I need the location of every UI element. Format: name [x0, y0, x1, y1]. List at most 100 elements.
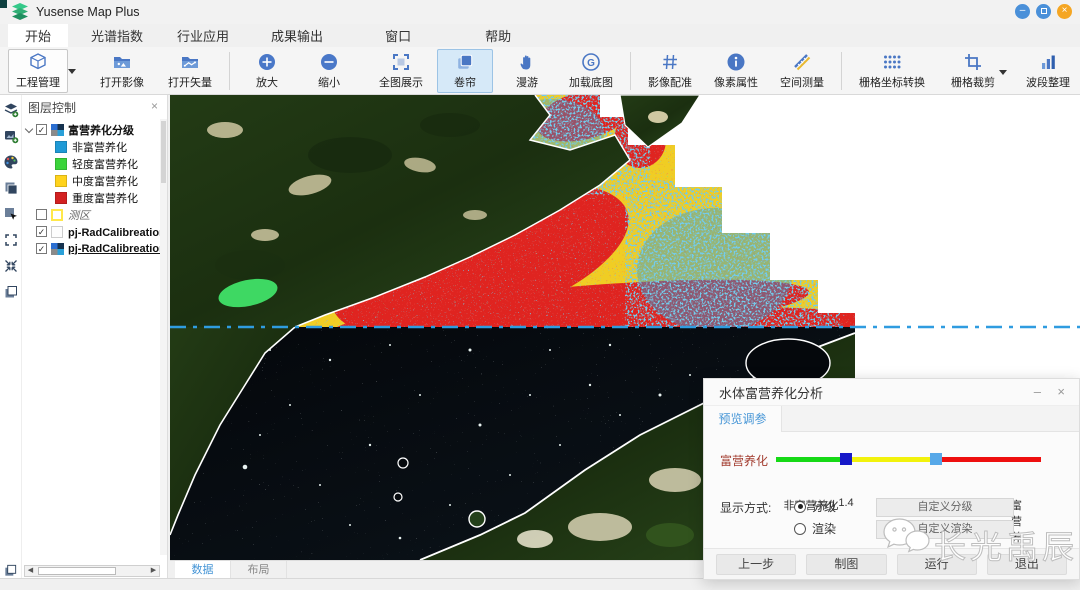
make-map-button[interactable]: 制图: [806, 554, 886, 575]
layer-row-radcal[interactable]: ✓ pj-RadCalibreation: [22, 240, 160, 257]
previous-step-button[interactable]: 上一步: [716, 554, 796, 575]
add-raster-icon[interactable]: [3, 128, 19, 144]
zoom-in-button[interactable]: 放大: [239, 49, 295, 93]
project-manage-button[interactable]: 工程管理: [8, 49, 68, 93]
app-window: Yusense Map Plus – × 开始 光谱指数 行业应用 成果输出 窗…: [0, 0, 1080, 590]
menu-start[interactable]: 开始: [8, 24, 68, 47]
minimize-button[interactable]: –: [1015, 4, 1030, 19]
slider-segment-green: [776, 457, 846, 462]
layer-checkbox[interactable]: ✓: [36, 226, 47, 237]
vscroll-thumb[interactable]: [161, 121, 166, 183]
dialog-minimize-icon[interactable]: –: [1034, 384, 1041, 399]
zoom-out-button[interactable]: 缩小: [301, 49, 357, 93]
layer-panel-header: 图层控制 ×: [22, 97, 168, 117]
custom-render-button[interactable]: 自定义渲染: [876, 520, 1014, 539]
window-corner: [0, 0, 7, 8]
scroll-left-arrow-icon[interactable]: ◀: [25, 566, 36, 576]
close-button[interactable]: ×: [1057, 4, 1072, 19]
load-basemap-button[interactable]: G 加载底图: [561, 49, 621, 93]
swipe-tool-button[interactable]: 卷帘: [437, 49, 493, 93]
run-button[interactable]: 运行: [897, 554, 977, 575]
radio-icon[interactable]: [794, 523, 806, 535]
panel-dock-icon[interactable]: [3, 563, 18, 578]
menu-industry-apps[interactable]: 行业应用: [160, 24, 246, 47]
custom-classify-button[interactable]: 自定义分级: [876, 498, 1014, 517]
menu-help[interactable]: 帮助: [468, 24, 528, 47]
vector-swatch: [51, 226, 63, 238]
pixel-attribute-button[interactable]: 像素属性: [706, 49, 766, 93]
raster-coordinate-button[interactable]: 栅格坐标转换: [851, 49, 933, 93]
tab-data-view[interactable]: 数据: [175, 561, 231, 578]
layer-panel-hscrollbar[interactable]: ◀ ▶: [24, 565, 160, 577]
dialog-title-bar[interactable]: 水体富营养化分析 – ×: [704, 379, 1079, 406]
measure-icon: [792, 52, 812, 72]
menu-output[interactable]: 成果输出: [254, 24, 340, 47]
layer-label[interactable]: pj-RadCalibreation_河道水: [68, 224, 160, 240]
copy-layer-icon[interactable]: [3, 284, 19, 300]
layer-stack-icon[interactable]: [3, 180, 19, 196]
legend-swatch: [55, 192, 67, 204]
radio-render[interactable]: 渲染: [794, 520, 836, 537]
layer-side-toolbar: [0, 95, 22, 578]
legend-row: 轻度富营养化: [22, 155, 160, 172]
layer-panel-vscrollbar[interactable]: [160, 119, 167, 555]
layer-label[interactable]: 富营养化分级: [68, 122, 134, 138]
layer-checkbox[interactable]: ✓: [36, 243, 47, 254]
scroll-right-arrow-icon[interactable]: ▶: [148, 566, 159, 576]
layer-row-radcal-river[interactable]: ✓ pj-RadCalibreation_河道水: [22, 223, 160, 240]
legend-label: 中度富营养化: [72, 173, 138, 189]
render-palette-icon[interactable]: [3, 154, 19, 170]
spatial-measure-button[interactable]: 空间测量: [772, 49, 832, 93]
registration-icon: [660, 52, 680, 72]
layer-group-row[interactable]: ✓ 富营养化分级: [22, 121, 160, 138]
dialog-title: 水体富营养化分析: [719, 383, 823, 402]
project-cube-icon: [28, 52, 48, 72]
legend-swatch: [55, 175, 67, 187]
exit-button[interactable]: 退出: [987, 554, 1067, 575]
layer-label[interactable]: 测区: [68, 207, 90, 223]
full-extent-button[interactable]: 全图展示: [371, 49, 431, 93]
pan-hand-icon: [517, 52, 537, 72]
zoom-out-icon: [319, 52, 339, 72]
layer-select-icon[interactable]: [3, 206, 19, 222]
legend-swatch: [55, 158, 67, 170]
dialog-close-icon[interactable]: ×: [1057, 384, 1065, 399]
layer-panel-close-icon[interactable]: ×: [151, 99, 158, 113]
slider-handle-high[interactable]: [930, 453, 942, 465]
open-image-button[interactable]: 打开影像: [92, 49, 152, 93]
image-registration-button[interactable]: 影像配准: [640, 49, 700, 93]
hscroll-thumb[interactable]: [38, 567, 116, 575]
app-title: Yusense Map Plus: [36, 5, 140, 19]
slider-handle-low[interactable]: [840, 453, 852, 465]
maximize-button[interactable]: [1036, 4, 1051, 19]
eutrophication-slider[interactable]: 非富营养化 1.4 1.9 富营养化: [776, 457, 1041, 462]
layer-checkbox[interactable]: ✓: [36, 124, 47, 135]
collapse-view-icon[interactable]: [3, 258, 19, 274]
open-vector-button[interactable]: 打开矢量: [160, 49, 220, 93]
pan-button[interactable]: 漫游: [499, 49, 555, 93]
dialog-body: 富营养化 非富营养化 1.4 1.9 富营养化 显示方式: 分级 自定义分级 渲…: [704, 432, 1079, 530]
chevron-down-icon[interactable]: [25, 124, 33, 132]
toolbar-separator: [841, 52, 842, 90]
tab-layout-view[interactable]: 布局: [231, 561, 287, 578]
menu-window[interactable]: 窗口: [368, 24, 428, 47]
zoom-in-icon: [257, 52, 277, 72]
legend-row: 重度富营养化: [22, 189, 160, 206]
toolbar-separator: [229, 52, 230, 90]
slider-segment-yellow: [846, 457, 936, 462]
layer-checkbox[interactable]: [36, 209, 47, 220]
menu-spectral-index[interactable]: 光谱指数: [74, 24, 160, 47]
dropdown-caret-icon[interactable]: [68, 69, 76, 74]
radio-icon[interactable]: [794, 501, 806, 513]
tab-preview-params[interactable]: 预览调参: [704, 406, 782, 432]
layer-label[interactable]: pj-RadCalibreation: [68, 243, 160, 255]
raster-clip-button[interactable]: 栅格裁剪: [943, 49, 1010, 93]
layer-tree: ✓ 富营养化分级 非富营养化 轻度富营养化 中度富营养化 重度富营养化: [22, 121, 160, 257]
radio-classified[interactable]: 分级: [794, 498, 836, 515]
ribbon-toolbar: 工程管理 打开影像 打开矢量 放大: [0, 47, 1080, 95]
zoom-extent-icon[interactable]: [3, 232, 19, 248]
layer-row-survey-area[interactable]: 测区: [22, 206, 160, 223]
dropdown-caret-icon[interactable]: [999, 70, 1007, 75]
band-manage-button[interactable]: 波段整理: [1018, 49, 1078, 93]
add-layer-icon[interactable]: [3, 102, 19, 118]
